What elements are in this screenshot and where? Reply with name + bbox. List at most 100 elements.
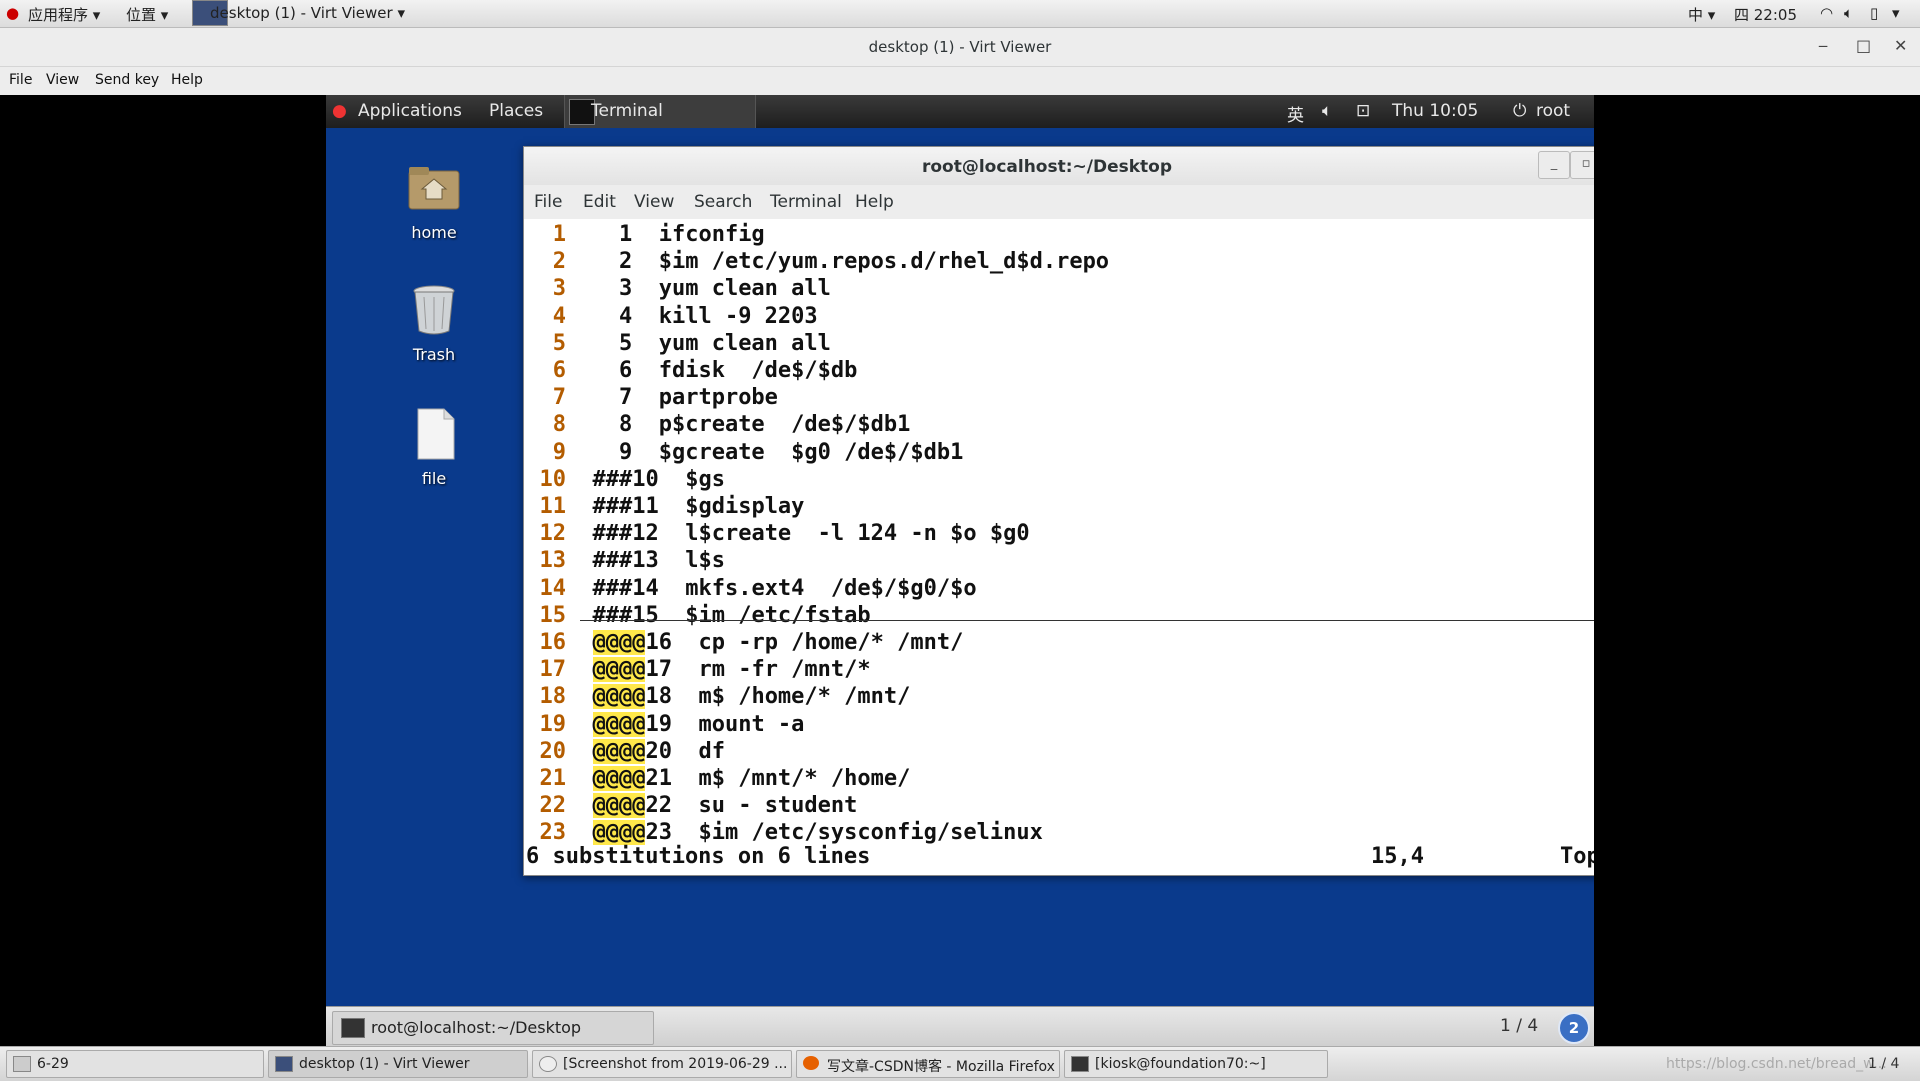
volume-icon[interactable]: 🔈︎ <box>1322 101 1332 121</box>
terminal-titlebar[interactable]: root@localhost:~/Desktop _ ▫ <box>524 147 1594 186</box>
window-icon <box>13 1056 31 1072</box>
host-task-screenshot[interactable]: [Screenshot from 2019-06-29 ... <box>532 1050 792 1078</box>
vim-line-prefix: 9 <box>566 439 659 465</box>
vim-line-prefix: 2 <box>566 249 659 275</box>
host-clock[interactable]: 四 22:05 <box>1734 4 1797 25</box>
guest-clock[interactable]: Thu 10:05 <box>1392 101 1478 121</box>
workspace-indicator[interactable]: 1 / 4 <box>1500 1016 1538 1036</box>
screenshot-icon <box>539 1056 557 1072</box>
terminal-menu-help[interactable]: Help <box>855 192 894 212</box>
guest-user[interactable]: root <box>1536 101 1570 121</box>
guest-terminal-tab-label: Terminal <box>591 101 663 121</box>
terminal-icon <box>341 1018 365 1038</box>
maximize-icon[interactable]: □ <box>1856 36 1871 55</box>
guest-applications-menu[interactable]: Applications <box>358 101 462 121</box>
vim-line-number: 9 <box>552 439 566 465</box>
search-highlight: @@@@ <box>592 711 646 737</box>
window-title: desktop (1) - Virt Viewer <box>868 38 1052 56</box>
guest-desktop[interactable]: ● Applications Places Terminal 英 🔈︎ ⊡ Th… <box>326 95 1594 1046</box>
vim-line-text: 22 su - student <box>645 793 858 819</box>
host-task-label: 6-29 <box>37 1056 69 1072</box>
vim-line-number: 17 <box>539 657 567 683</box>
battery-icon[interactable]: ▯ <box>1870 4 1878 22</box>
vim-line: 10 ###10 $gs <box>524 466 725 493</box>
vim-line: 4 4 kill -9 2203 <box>524 303 818 330</box>
file-icon <box>417 408 455 460</box>
vim-statusline: 6 substitutions on 6 lines 15,4 Top <box>526 843 1594 870</box>
guest-bottom-panel: root@localhost:~/Desktop 1 / 4 2 <box>326 1006 1594 1046</box>
vim-line: 3 3 yum clean all <box>524 275 831 302</box>
vim-line: 9 9 $gcreate $g0 /de$/$db1 <box>524 439 964 466</box>
host-task-terminal[interactable]: [kiosk@foundation70:~] <box>1064 1050 1328 1078</box>
vim-line-text: fdisk /de$/$db <box>658 358 858 383</box>
guest-task-terminal[interactable]: root@localhost:~/Desktop <box>332 1011 654 1045</box>
host-task-6-29[interactable]: 6-29 <box>6 1050 264 1078</box>
guest-terminal-tab[interactable]: Terminal <box>564 95 756 128</box>
terminal-menu-search[interactable]: Search <box>694 192 752 212</box>
terminal-title: root@localhost:~/Desktop <box>921 157 1173 177</box>
menu-file[interactable]: File <box>9 72 32 88</box>
menu-help[interactable]: Help <box>171 72 203 88</box>
host-active-window[interactable]: desktop (1) - Virt Viewer ▾ <box>210 4 405 22</box>
host-task-virt-viewer[interactable]: desktop (1) - Virt Viewer <box>268 1050 528 1078</box>
desktop-icon-trash[interactable]: Trash <box>384 281 484 364</box>
vim-line: 1 1 ifconfig <box>524 221 765 248</box>
virt-viewer-titlebar: desktop (1) - Virt Viewer ‒ □ ✕ <box>0 28 1920 67</box>
vim-line-number: 16 <box>539 630 567 655</box>
terminal-menu-terminal[interactable]: Terminal <box>770 192 842 212</box>
vim-line-number: 22 <box>539 793 567 819</box>
minimize-icon[interactable]: ‒ <box>1818 36 1828 55</box>
terminal-minimize-button[interactable]: _ <box>1538 151 1570 179</box>
vim-line-prefix: 3 <box>566 276 659 302</box>
network-icon[interactable]: ⊡ <box>1356 101 1370 121</box>
vim-line-text: yum clean all <box>658 330 831 356</box>
vim-line: 20 @@@@20 df <box>524 738 725 765</box>
guest-places-menu[interactable]: Places <box>489 101 543 121</box>
terminal-menu-edit[interactable]: Edit <box>583 192 616 212</box>
guest-input-method[interactable]: 英 <box>1287 101 1304 126</box>
vim-line-text: l$create -l 124 -n $o $g0 <box>685 521 1030 547</box>
vim-scroll-position: Top <box>1560 844 1594 869</box>
help-badge[interactable]: 2 <box>1558 1012 1590 1044</box>
vim-line-text: yum clean all <box>658 276 831 302</box>
host-input-method[interactable]: 中 ▾ <box>1688 4 1715 25</box>
desktop-icon-file[interactable]: file <box>384 405 484 488</box>
vim-line-number: 18 <box>539 684 567 710</box>
terminal-window[interactable]: root@localhost:~/Desktop _ ▫ File Edit V… <box>523 146 1594 876</box>
vim-line-text: $im /etc/yum.repos.d/rhel_d$d.repo <box>658 249 1110 275</box>
vim-line-text: 21 m$ /mnt/* /home/ <box>645 766 911 791</box>
chevron-down-icon[interactable]: ▾ <box>1892 4 1900 22</box>
vim-line-number: 5 <box>552 330 566 356</box>
vim-line-prefix <box>566 657 593 682</box>
volume-icon[interactable]: 🔈︎ <box>1844 4 1853 22</box>
vim-line: 6 6 fdisk /de$/$db <box>524 357 858 384</box>
host-task-label: desktop (1) - Virt Viewer <box>299 1056 470 1072</box>
vim-line-prefix: 6 <box>566 358 659 383</box>
vim-line-text: 18 m$ /home/* /mnt/ <box>645 684 911 710</box>
host-apps-menu[interactable]: 应用程序 ▾ <box>28 4 100 25</box>
vim-line-prefix: ###15 <box>566 602 686 628</box>
vim-line-text: mkfs.ext4 /de$/$g0/$o <box>685 575 977 601</box>
menu-view[interactable]: View <box>46 72 79 88</box>
host-places-menu[interactable]: 位置 ▾ <box>126 4 168 25</box>
host-task-firefox[interactable]: 写文章-CSDN博客 - Mozilla Firefox <box>796 1050 1060 1078</box>
vim-line-number: 15 <box>539 602 567 628</box>
search-highlight: @@@@ <box>592 738 646 764</box>
desktop-icon-home[interactable]: home <box>384 159 484 242</box>
host-page-indicator[interactable]: 1 / 4 <box>1868 1056 1899 1072</box>
redhat-icon: ● <box>6 4 20 22</box>
vim-line-prefix <box>566 820 593 845</box>
terminal-menu-view[interactable]: View <box>634 192 674 212</box>
terminal-text-area[interactable]: 1 1 ifconfig 2 2 $im /etc/yum.repos.d/rhe… <box>524 219 1594 875</box>
vim-line-prefix <box>566 766 593 791</box>
vim-line-text: p$create /de$/$db1 <box>658 412 911 438</box>
vim-line-number: 7 <box>552 385 566 411</box>
terminal-maximize-button[interactable]: ▫ <box>1570 151 1594 179</box>
menu-send-key[interactable]: Send key <box>95 72 159 88</box>
wifi-icon[interactable]: ◠ <box>1820 4 1833 22</box>
vim-line-text: $gs <box>685 466 725 492</box>
close-icon[interactable]: ✕ <box>1894 36 1907 55</box>
user-icon[interactable]: ⏻ <box>1513 101 1526 121</box>
terminal-menu-file[interactable]: File <box>534 192 562 212</box>
guest-task-label: root@localhost:~/Desktop <box>371 1018 582 1037</box>
